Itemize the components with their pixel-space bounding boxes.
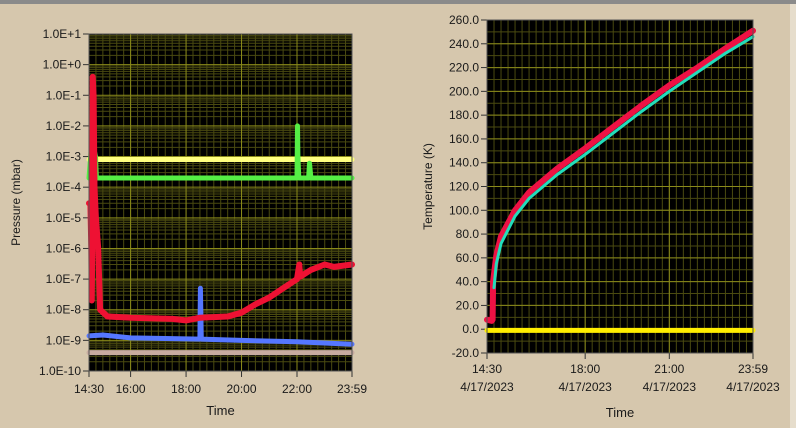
x-axis-label: Time [606, 405, 634, 420]
y-tick-label: 220.0 [449, 61, 479, 75]
y-tick-label: 40.0 [456, 275, 480, 289]
y-tick-label: 100.0 [449, 203, 479, 217]
y-tick-label: 0.0 [462, 322, 479, 336]
x-tick-label: 23:59 [738, 362, 768, 376]
y-tick-label: 260.0 [449, 13, 479, 27]
y-tick-label: 140.0 [449, 156, 479, 170]
y-tick-label: 180.0 [449, 108, 479, 122]
y-tick-label: 120.0 [449, 180, 479, 194]
x-tick-date-label: 4/17/2023 [726, 380, 780, 394]
y-tick-label: 200.0 [449, 84, 479, 98]
x-tick-date-label: 4/17/2023 [558, 380, 612, 394]
y-tick-label: 80.0 [456, 227, 480, 241]
y-tick-label: -20.0 [452, 346, 480, 360]
x-tick-label: 18:00 [570, 362, 600, 376]
temperature-chart: 260.0 240.0 220.0 200.0 180.0 160.0 140.0 120.0… [421, 13, 780, 420]
x-tick-label: 21:00 [654, 362, 684, 376]
y-axis-label: Temperature (K) [421, 143, 435, 230]
x-tick-date-label: 4/17/2023 [643, 380, 697, 394]
x-tick-date-label: 4/17/2023 [460, 380, 514, 394]
y-tick-label: 240.0 [449, 37, 479, 51]
y-tick-label: 20.0 [456, 298, 480, 312]
y-tick-label: 60.0 [456, 251, 480, 265]
y-tick-label: 160.0 [449, 132, 479, 146]
x-tick-label: 14:30 [472, 362, 502, 376]
